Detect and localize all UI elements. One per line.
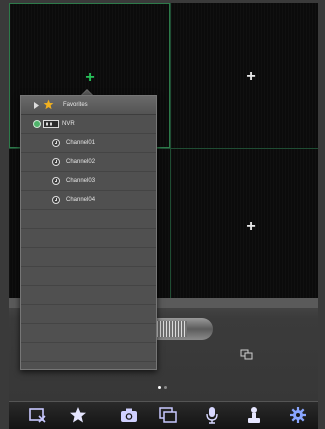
layout-icon bbox=[159, 407, 177, 423]
video-cell-4[interactable]: + bbox=[171, 149, 318, 298]
expand-arrow-icon[interactable] bbox=[33, 102, 39, 109]
close-all-icon bbox=[29, 408, 46, 423]
empty-row bbox=[21, 267, 156, 286]
channel-label: Channel03 bbox=[66, 178, 96, 184]
ptz-icon bbox=[248, 407, 260, 423]
close-all-button[interactable] bbox=[27, 404, 49, 426]
channel-label: Channel02 bbox=[66, 159, 96, 165]
talk-button[interactable] bbox=[201, 404, 223, 426]
channel-camera-icon bbox=[52, 177, 60, 185]
page-dot bbox=[164, 386, 167, 389]
favorites-star-icon bbox=[70, 407, 86, 423]
ptz-dial[interactable] bbox=[155, 318, 213, 340]
channel-row[interactable]: Channel03 bbox=[21, 172, 156, 191]
favorites-star-icon bbox=[43, 99, 54, 110]
empty-row bbox=[21, 343, 156, 362]
device-row-nvr[interactable]: NVR bbox=[21, 115, 156, 134]
layout-button[interactable] bbox=[157, 404, 179, 426]
grid-divider bbox=[170, 3, 171, 298]
video-cell-2[interactable]: + bbox=[171, 3, 318, 148]
nvr-device-icon bbox=[43, 120, 59, 128]
device-name: NVR bbox=[62, 121, 75, 127]
empty-row bbox=[21, 305, 156, 324]
favorites-header[interactable]: Favorites bbox=[21, 96, 156, 115]
device-list-popover: Favorites NVR Channel01 Channel02 Channe… bbox=[20, 95, 157, 370]
channel-row[interactable]: Channel02 bbox=[21, 153, 156, 172]
snapshot-camera-icon bbox=[121, 408, 137, 422]
channel-label: Channel04 bbox=[66, 197, 96, 203]
add-channel-icon[interactable]: + bbox=[82, 70, 98, 86]
snapshot-button[interactable] bbox=[118, 404, 140, 426]
dial-ticks bbox=[157, 321, 187, 337]
settings-gear-icon bbox=[290, 407, 306, 423]
favorites-button[interactable] bbox=[67, 404, 89, 426]
collapse-toggle-icon[interactable] bbox=[33, 120, 41, 128]
empty-row bbox=[21, 324, 156, 343]
empty-row bbox=[21, 248, 156, 267]
ptz-button[interactable] bbox=[243, 404, 265, 426]
microphone-icon bbox=[206, 407, 218, 424]
channel-row[interactable]: Channel04 bbox=[21, 191, 156, 210]
page-indicator[interactable] bbox=[155, 386, 171, 390]
channel-camera-icon bbox=[52, 158, 60, 166]
split-layout-icon bbox=[240, 349, 253, 360]
empty-row bbox=[21, 210, 156, 229]
empty-row bbox=[21, 229, 156, 248]
page-dot-active bbox=[158, 386, 161, 389]
channel-camera-icon bbox=[52, 196, 60, 204]
settings-button[interactable] bbox=[287, 404, 309, 426]
channel-label: Channel01 bbox=[66, 140, 96, 146]
channel-row[interactable]: Channel01 bbox=[21, 134, 156, 153]
add-channel-icon[interactable]: + bbox=[243, 219, 259, 235]
channel-camera-icon bbox=[52, 139, 60, 147]
favorites-label: Favorites bbox=[63, 102, 88, 108]
empty-row bbox=[21, 286, 156, 305]
add-channel-icon[interactable]: + bbox=[243, 69, 259, 85]
split-layout-button[interactable] bbox=[240, 348, 254, 360]
